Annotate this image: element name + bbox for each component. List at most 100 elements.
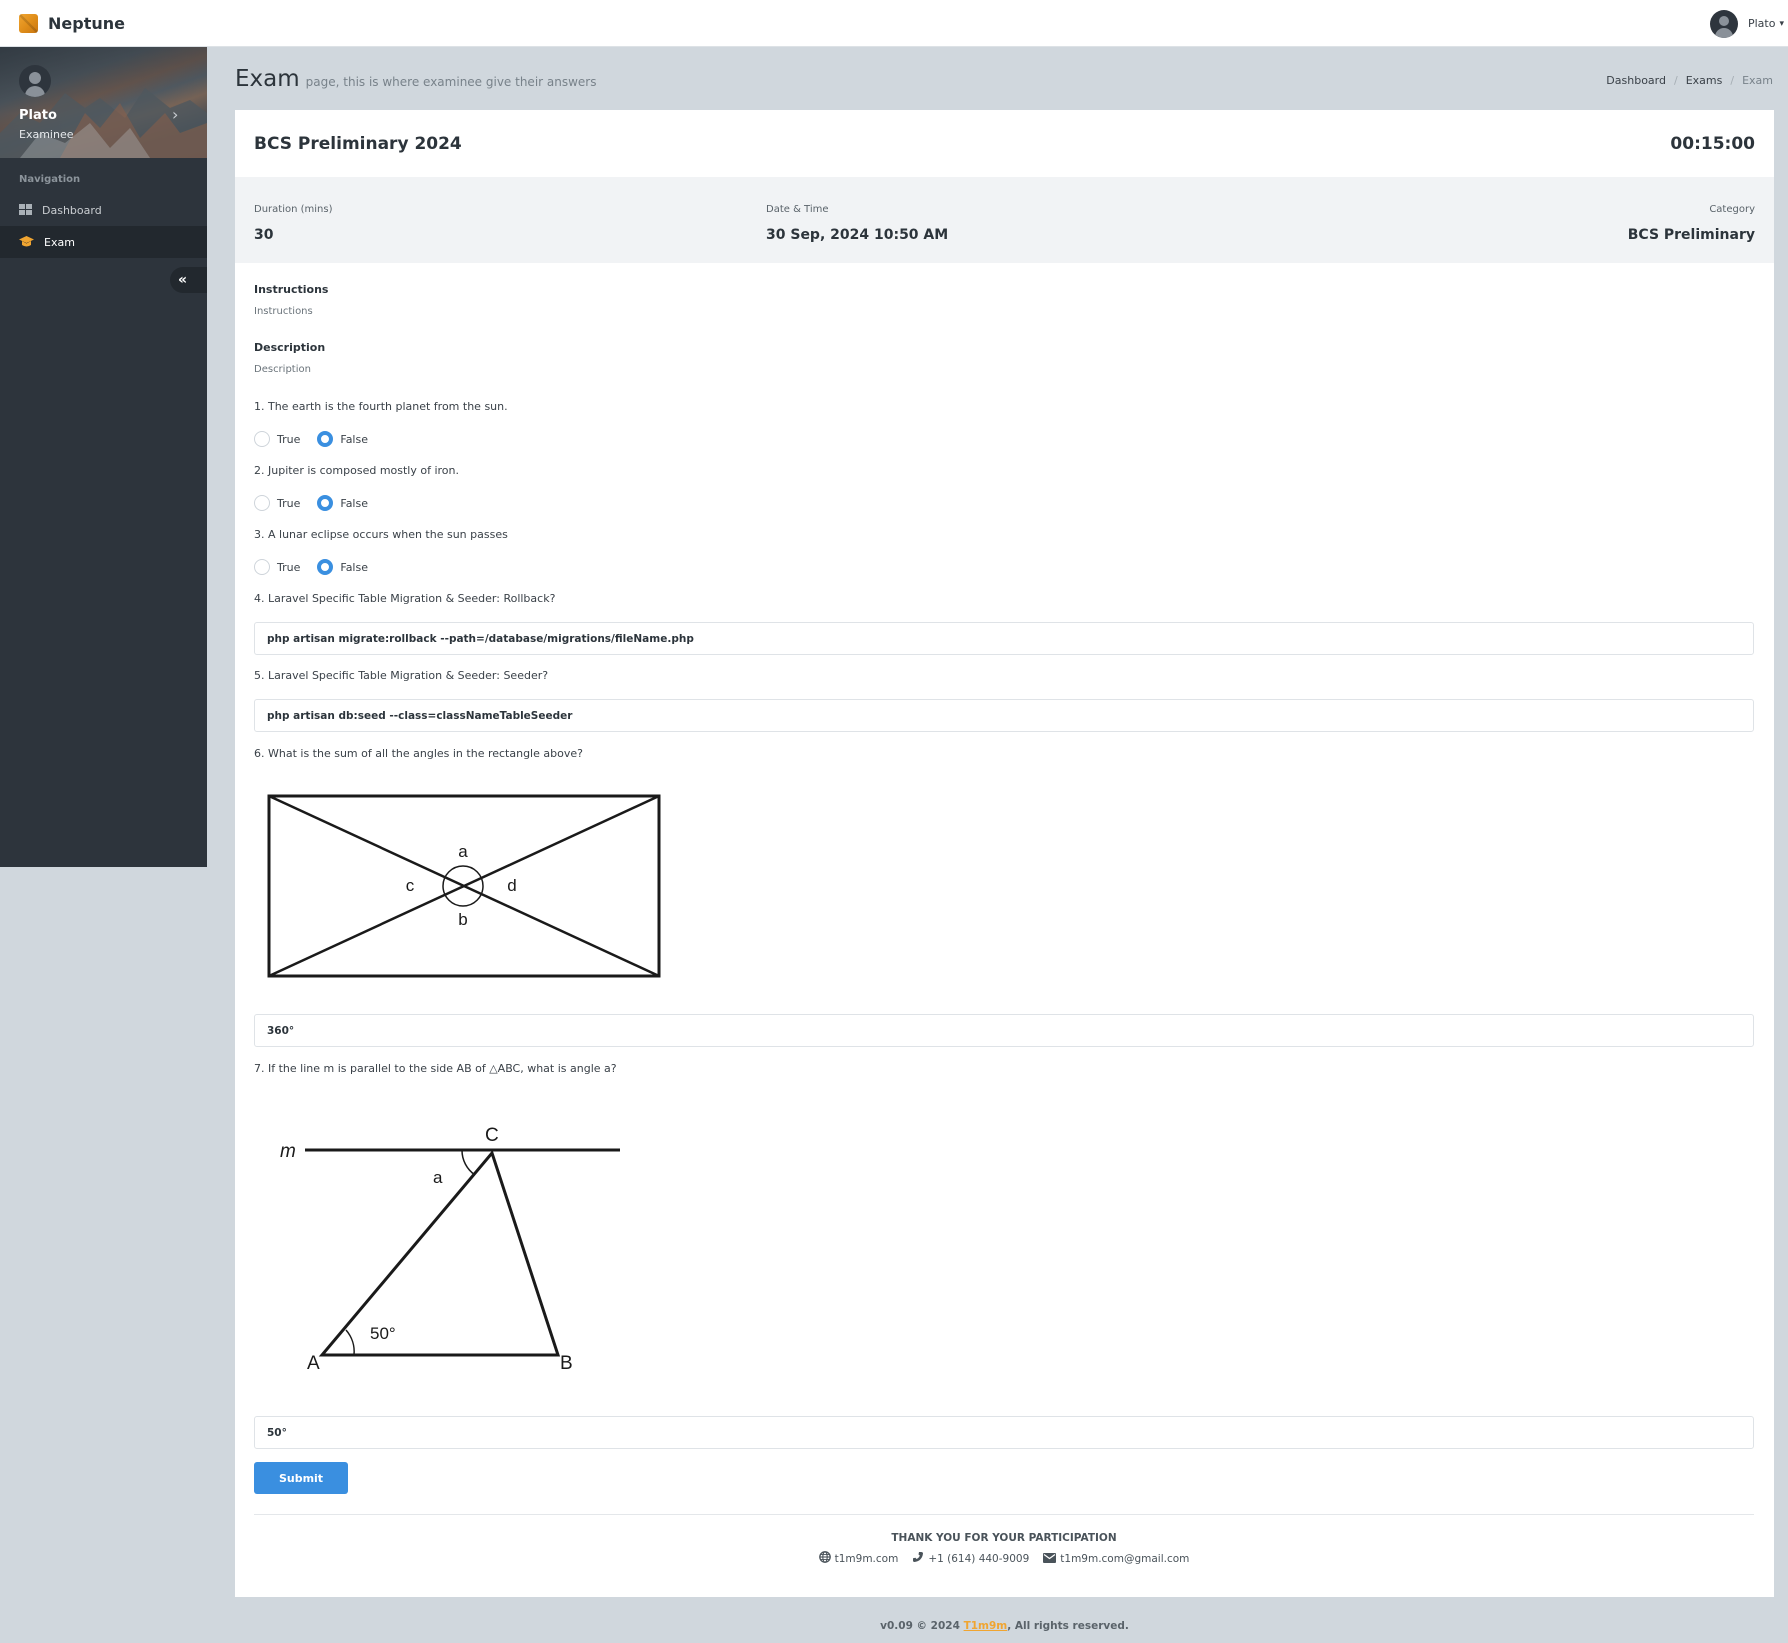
triangle-parallel-line-figure: m C a 50° A B: [280, 1125, 620, 1373]
meta-value: 30: [254, 227, 274, 243]
question-1-options: True False: [254, 430, 385, 448]
page-subtitle: page, this is where examinee give their …: [305, 75, 597, 89]
breadcrumb-dashboard[interactable]: Dashboard: [1606, 74, 1666, 87]
meta-label: Duration (mins): [254, 204, 333, 215]
email-text: t1m9m.com@gmail.com: [1060, 1552, 1190, 1565]
brand-logo-icon: [19, 13, 38, 33]
nav-header: Navigation: [19, 174, 81, 185]
sidebar-item-label: Dashboard: [42, 203, 102, 217]
meta-value: BCS Preliminary: [1627, 227, 1755, 243]
sidebar-profile[interactable]: Plato Examinee ›: [0, 47, 207, 158]
figure-angle-50-arc: [345, 1329, 355, 1356]
question-4-text: 4. Laravel Specific Table Migration & Se…: [254, 592, 556, 605]
radio-label: False: [340, 560, 368, 574]
question-7-answer-input[interactable]: [254, 1416, 1754, 1449]
sidebar-item-label: Exam: [44, 235, 75, 249]
profile-avatar-icon: [19, 65, 51, 97]
question-6-answer-input[interactable]: [254, 1014, 1754, 1047]
sidebar-item-exam[interactable]: Exam: [0, 226, 207, 258]
instructions-title: Instructions: [254, 283, 329, 296]
figure-label-a: a: [433, 1168, 443, 1187]
dashboard-grid-icon: [19, 204, 32, 216]
breadcrumb: Dashboard / Exams / Exam: [1606, 74, 1773, 87]
figure-label-vertex-b: B: [560, 1353, 573, 1373]
radio-label: True: [277, 560, 301, 574]
breadcrumb-exam: Exam: [1742, 74, 1773, 87]
rectangle-diagonals-figure: a b c d: [267, 794, 661, 978]
figure-label-a: a: [458, 842, 468, 861]
website-text: t1m9m.com: [834, 1552, 899, 1565]
question-4-answer-input[interactable]: [254, 622, 1754, 655]
profile-name: Plato: [19, 108, 57, 123]
radio-label: False: [340, 432, 368, 446]
profile-role: Examinee: [19, 128, 74, 141]
question-5-text: 5. Laravel Specific Table Migration & Se…: [254, 669, 549, 682]
question-2-options: True False: [254, 494, 385, 512]
figure-label-c: c: [406, 876, 415, 895]
divider: [254, 1514, 1754, 1515]
phone-icon: [912, 1551, 924, 1566]
radio-true[interactable]: [254, 559, 270, 575]
brand[interactable]: Neptune: [19, 13, 125, 33]
radio-false[interactable]: [317, 495, 334, 511]
contact-email[interactable]: t1m9m.com@gmail.com: [1043, 1551, 1189, 1566]
question-2-text: 2. Jupiter is composed mostly of iron.: [254, 464, 459, 477]
chevron-right-icon[interactable]: ›: [172, 105, 178, 124]
page-header: Exam page, this is where examinee give t…: [235, 66, 597, 92]
figure-label-50-degrees: 50°: [370, 1324, 396, 1343]
page-title: Exam: [235, 66, 300, 92]
meta-duration: Duration (mins) 30: [254, 204, 332, 243]
user-avatar-icon: [1709, 9, 1738, 38]
radio-label: True: [277, 432, 301, 446]
question-3-text: 3. A lunar eclipse occurs when the sun p…: [254, 528, 508, 541]
radio-true[interactable]: [254, 495, 270, 511]
brand-name: Neptune: [48, 13, 125, 33]
description-text: Description: [254, 364, 311, 375]
meta-label: Date & Time: [766, 204, 829, 215]
meta-label: Category: [1709, 204, 1755, 215]
top-navbar: Neptune Plato ▾: [0, 0, 1788, 47]
radio-false[interactable]: [317, 559, 334, 575]
footer-prefix: v0.09 © 2024: [880, 1620, 964, 1632]
figure-angle-a-arc: [461, 1149, 476, 1176]
breadcrumb-exams[interactable]: Exams: [1686, 74, 1723, 87]
figure-label-c: C: [485, 1125, 499, 1146]
breadcrumb-separator: /: [1730, 74, 1735, 87]
sidebar-item-dashboard[interactable]: Dashboard: [0, 194, 207, 226]
contact-phone[interactable]: +1 (614) 440-9009: [912, 1551, 1029, 1566]
envelope-icon: [1043, 1552, 1057, 1566]
caret-down-icon: ▾: [1779, 18, 1784, 29]
footer-link[interactable]: T1m9m: [964, 1620, 1008, 1632]
question-5-answer-input[interactable]: [254, 699, 1754, 732]
user-name: Plato: [1747, 17, 1776, 30]
sidebar: Plato Examinee › Navigation Dashboard Ex…: [0, 47, 207, 867]
exam-timer: 00:15:00: [1670, 133, 1755, 154]
figure-label-vertex-a: A: [307, 1353, 320, 1373]
page-footer: v0.09 © 2024 T1m9m, All rights reserved.: [235, 1620, 1774, 1632]
exam-card: BCS Preliminary 2024 00:15:00 Duration (…: [235, 110, 1774, 1597]
globe-icon: [818, 1551, 831, 1566]
figure-label-d: d: [507, 876, 516, 895]
radio-label: False: [340, 496, 368, 510]
radio-true[interactable]: [254, 431, 270, 447]
instructions-text: Instructions: [254, 306, 313, 317]
figure-label-m: m: [280, 1141, 296, 1162]
sidebar-collapse-button[interactable]: «: [170, 267, 207, 293]
submit-button[interactable]: Submit: [254, 1462, 348, 1494]
figure-label-b: b: [458, 910, 467, 929]
footer-suffix: , All rights reserved.: [1007, 1620, 1129, 1632]
question-7-text: 7. If the line m is parallel to the side…: [254, 1062, 617, 1075]
radio-false[interactable]: [317, 431, 334, 447]
phone-text: +1 (614) 440-9009: [928, 1552, 1030, 1565]
exam-title: BCS Preliminary 2024: [254, 133, 462, 154]
breadcrumb-separator: /: [1673, 74, 1678, 87]
meta-category: Category BCS Preliminary: [1628, 204, 1755, 243]
meta-value: 30 Sep, 2024 10:50 AM: [766, 227, 949, 243]
description-title: Description: [254, 341, 326, 354]
contact-info: t1m9m.com +1 (614) 440-9009 t1m9m.com@gm…: [254, 1551, 1754, 1566]
question-3-options: True False: [254, 558, 385, 576]
meta-datetime: Date & Time 30 Sep, 2024 10:50 AM: [766, 204, 948, 243]
exam-meta: Duration (mins) 30 Date & Time 30 Sep, 2…: [235, 177, 1774, 263]
user-menu[interactable]: Plato ▾: [1709, 0, 1788, 47]
contact-website[interactable]: t1m9m.com: [818, 1551, 899, 1566]
